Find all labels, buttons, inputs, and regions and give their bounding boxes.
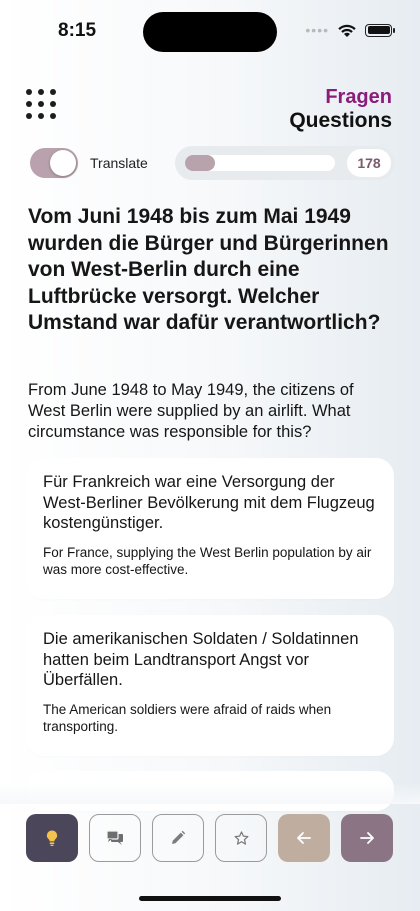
comments-button[interactable] <box>89 814 141 862</box>
note-button[interactable] <box>152 814 204 862</box>
home-indicator <box>139 896 281 901</box>
progress-track <box>185 155 335 171</box>
answer-text-de: Für Frankreich war eine Versorgung der W… <box>43 473 375 532</box>
answer-text-en: For France, supplying the West Berlin po… <box>43 544 372 577</box>
question-text-de: Vom Juni 1948 bis zum Mai 1949 wurden di… <box>28 205 389 334</box>
question-count-badge: 178 <box>347 149 391 177</box>
progress-indicator: 178 <box>175 146 395 180</box>
menu-grid-icon[interactable] <box>26 89 56 119</box>
status-bar: 8:15 •••• <box>0 0 420 62</box>
arrow-left-icon <box>297 832 311 844</box>
page-title-en: Questions <box>289 109 392 132</box>
status-icons: •••• <box>305 22 395 38</box>
answer-text-de: Die amerikanischen Soldaten / Soldatinne… <box>43 630 359 689</box>
favorite-button[interactable] <box>215 814 267 862</box>
translate-toggle[interactable] <box>30 148 78 178</box>
page-title: Fragen Questions <box>289 86 392 134</box>
next-button[interactable] <box>341 814 393 862</box>
star-icon <box>233 830 249 845</box>
scroll-fade <box>0 782 420 804</box>
wifi-icon <box>338 24 356 37</box>
previous-button[interactable] <box>278 814 330 862</box>
dynamic-island <box>143 12 277 52</box>
answer-text-en: The American soldiers were afraid of rai… <box>43 701 332 734</box>
battery-icon <box>365 23 395 37</box>
status-time: 8:15 <box>58 20 97 41</box>
progress-fill <box>185 155 215 171</box>
question-text-en: From June 1948 to May 1949, the citizens… <box>28 381 354 441</box>
bottom-toolbar <box>26 814 394 864</box>
translate-label: Translate <box>90 155 148 171</box>
toggle-knob <box>50 150 76 176</box>
arrow-right-icon <box>360 832 374 844</box>
cellular-signal-icon: •••• <box>305 22 329 38</box>
pencil-icon <box>172 830 186 844</box>
lightbulb-icon <box>46 830 58 846</box>
hint-button[interactable] <box>26 814 78 862</box>
page-title-de: Fragen <box>325 86 392 108</box>
chat-icon <box>106 830 123 845</box>
answer-option-1[interactable]: Für Frankreich war eine Versorgung der W… <box>26 458 394 599</box>
answer-option-2[interactable]: Die amerikanischen Soldaten / Soldatinne… <box>26 615 394 756</box>
